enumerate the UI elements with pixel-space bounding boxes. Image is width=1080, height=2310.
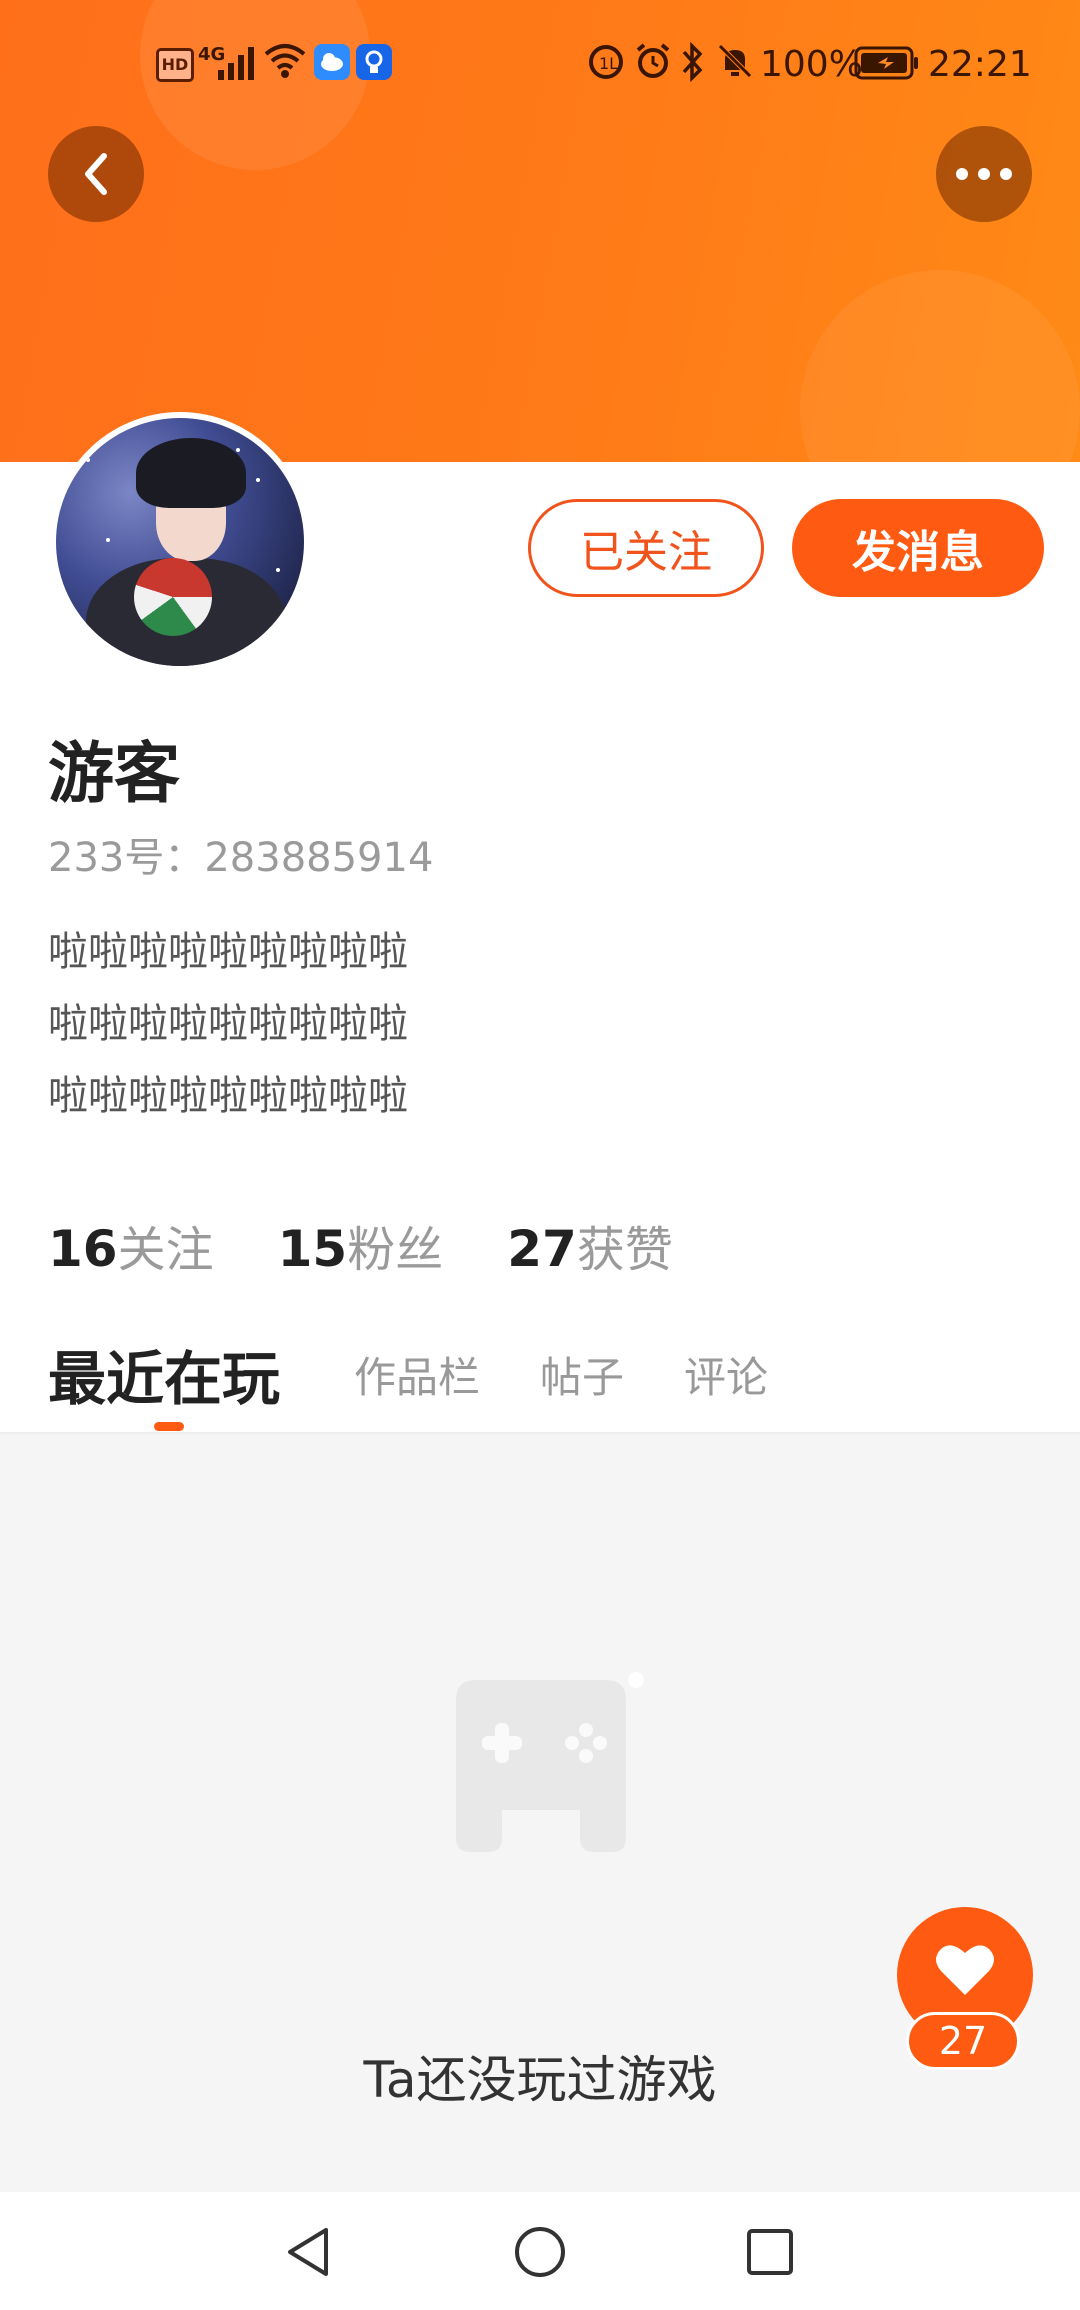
heart-icon <box>936 1945 994 1995</box>
tab-works[interactable]: 作品栏 <box>354 1344 480 1405</box>
signal-icon <box>218 46 256 80</box>
nav-back-icon[interactable] <box>278 2222 338 2282</box>
more-dots-icon <box>956 168 1012 180</box>
tab-recently-played[interactable]: 最近在玩 <box>48 1332 280 1416</box>
data-saver-icon: 1L <box>589 45 623 79</box>
bio-line: 啦啦啦啦啦啦啦啦啦 <box>48 1001 408 1047</box>
stat-label: 获赞 <box>576 1222 673 1278</box>
send-message-button[interactable]: 发消息 <box>792 499 1044 597</box>
status-bar: HD 4G 1L 100% 22:21 <box>0 0 1080 130</box>
active-tab-indicator <box>154 1422 184 1431</box>
like-count-badge: 27 <box>906 2012 1020 2070</box>
chevron-left-icon <box>85 153 107 195</box>
svg-text:1L: 1L <box>599 54 618 73</box>
gamepad-icon <box>456 1672 644 1852</box>
profile-stats: 16 关注 15 粉丝 27 获赞 <box>48 1210 737 1280</box>
stat-label: 关注 <box>117 1222 214 1278</box>
nav-home-icon[interactable] <box>510 2222 570 2282</box>
stat-value: 15 <box>277 1220 348 1278</box>
hd-badge: HD <box>156 48 194 82</box>
wifi-icon <box>264 44 306 78</box>
battery-percent: 100% <box>760 43 863 85</box>
bulb-icon <box>356 44 392 80</box>
nav-recents-icon[interactable] <box>740 2222 800 2282</box>
back-button[interactable] <box>48 126 144 222</box>
tab-posts[interactable]: 帖子 <box>540 1344 624 1405</box>
tab-comments[interactable]: 评论 <box>684 1344 768 1405</box>
stat-value: 16 <box>48 1220 118 1278</box>
stat-value: 27 <box>507 1220 577 1278</box>
alarm-icon <box>636 43 670 78</box>
profile-name: 游客 <box>48 735 180 812</box>
user-id: 233号：283885914 <box>48 835 434 881</box>
profile-bio: 啦啦啦啦啦啦啦啦啦 啦啦啦啦啦啦啦啦啦 啦啦啦啦啦啦啦啦啦 <box>48 916 408 1132</box>
stat-following[interactable]: 16 关注 <box>48 1210 214 1280</box>
bluetooth-icon <box>682 42 703 82</box>
bio-line: 啦啦啦啦啦啦啦啦啦 <box>48 929 408 975</box>
mute-bell-icon <box>718 44 752 78</box>
cloud-icon <box>314 44 350 80</box>
stat-fans[interactable]: 15 粉丝 <box>278 1210 444 1280</box>
stat-label: 粉丝 <box>347 1222 444 1278</box>
followed-button[interactable]: 已关注 <box>528 499 764 597</box>
battery-icon <box>854 46 918 80</box>
banner-decoration <box>800 270 1080 462</box>
more-options-button[interactable] <box>936 126 1032 222</box>
stat-likes[interactable]: 27 获赞 <box>507 1210 673 1280</box>
bio-line: 啦啦啦啦啦啦啦啦啦 <box>48 1073 408 1119</box>
avatar[interactable] <box>56 418 304 666</box>
system-navigation-bar <box>0 2192 1080 2310</box>
clock: 22:21 <box>928 43 1032 85</box>
